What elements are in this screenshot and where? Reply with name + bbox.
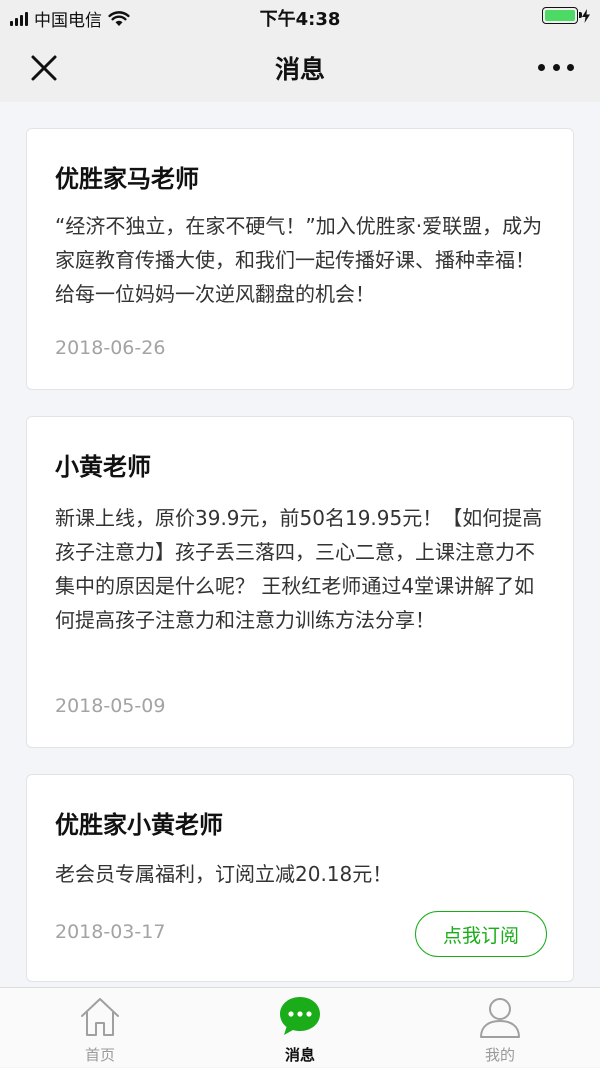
message-date: 2018-05-09 [55,695,166,717]
message-sender: 小黄老师 [55,453,151,481]
chat-bubble-icon [280,997,320,1035]
message-list[interactable]: 优胜家马老师 “经济不独立，在家不硬气！”加入优胜家·爱联盟，成为家庭教育传播大… [0,102,600,987]
message-date: 2018-03-17 [55,921,166,943]
more-options-icon[interactable] [538,56,574,78]
home-icon [81,998,119,1036]
tab-messages[interactable]: 消息 [200,988,400,1068]
message-body: 老会员专属福利，订阅立减20.18元！ [55,862,393,886]
message-sender: 优胜家小黄老师 [55,811,223,839]
battery-icon [542,7,582,24]
tab-label: 我的 [484,1046,515,1064]
message-card[interactable]: 优胜家马老师 “经济不独立，在家不硬气！”加入优胜家·爱联盟，成为家庭教育传播大… [26,128,574,390]
message-body: “经济不独立，在家不硬气！”加入优胜家·爱联盟，成为家庭教育传播大使，和我们一起… [55,214,543,306]
subscribe-button[interactable]: 点我订阅 [415,911,547,957]
page-title: 消息 [274,55,325,84]
message-body: 新课上线，原价39.9元，前50名19.95元！【如何提高孩子注意力】孩子丢三落… [55,506,543,632]
nav-bar: 消息 [0,34,600,102]
user-icon [480,998,520,1038]
message-sender: 优胜家马老师 [55,165,199,193]
tab-bar: 首页 消息 我的 [0,987,600,1067]
message-date: 2018-06-26 [55,337,166,359]
status-bar: 中国电信 下午4:38 [0,0,600,34]
charging-bolt-icon [582,8,590,23]
tab-mine[interactable]: 我的 [400,988,600,1068]
status-right [542,7,590,24]
message-card[interactable]: 小黄老师 新课上线，原价39.9元，前50名19.95元！【如何提高孩子注意力】… [26,416,574,748]
tab-home[interactable]: 首页 [0,988,200,1068]
tab-label: 消息 [284,1046,315,1064]
status-time: 下午4:38 [259,9,341,30]
message-card[interactable]: 优胜家小黄老师 老会员专属福利，订阅立减20.18元！ 2018-03-17 点… [26,774,574,982]
tab-label: 首页 [84,1046,115,1064]
